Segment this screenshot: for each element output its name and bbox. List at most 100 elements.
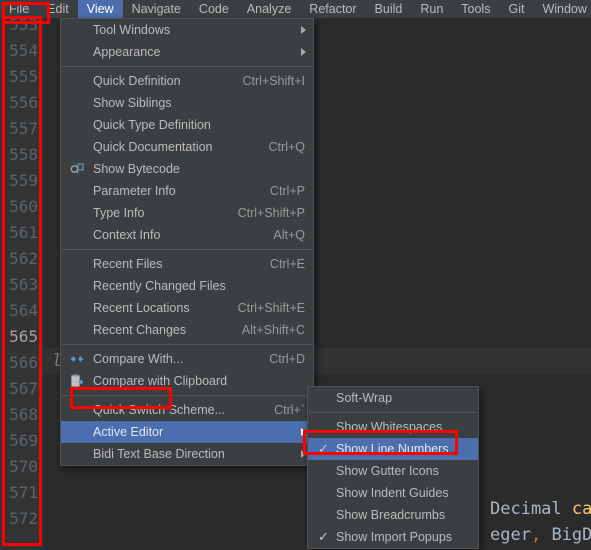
- gutter-line-number: 560: [9, 197, 38, 216]
- menubar-item-code[interactable]: Code: [190, 0, 238, 18]
- menubar-item-run[interactable]: Run: [411, 0, 452, 18]
- menu-item-context-info[interactable]: Context Info Alt+Q: [61, 224, 313, 246]
- menu-item-quick-documentation[interactable]: Quick Documentation Ctrl+Q: [61, 136, 313, 158]
- gutter-line-number: 570: [9, 457, 38, 476]
- menubar-item-refactor[interactable]: Refactor: [300, 0, 365, 18]
- gutter-line-number: 566: [9, 353, 38, 372]
- menu-item-recent-locations[interactable]: Recent Locations Ctrl+Shift+E: [61, 297, 313, 319]
- menubar-item-git[interactable]: Git: [499, 0, 533, 18]
- menubar-item-window[interactable]: Window: [533, 0, 591, 18]
- bytecode-icon: [69, 161, 85, 177]
- menu-item-label: Compare With...: [93, 352, 184, 366]
- active-editor-submenu[interactable]: Soft-Wrap Show Whitespaces ✓ Show Line N…: [307, 386, 479, 549]
- menu-item-show-bytecode[interactable]: Show Bytecode: [61, 158, 313, 180]
- menu-item-shortcut: Alt+Q: [273, 228, 305, 242]
- gutter-line-number: 557: [9, 119, 38, 138]
- menu-item-appearance[interactable]: Appearance: [61, 41, 313, 63]
- menu-item-label: Compare with Clipboard: [93, 374, 228, 388]
- main-menu-bar[interactable]: File Edit View Navigate Code Analyze Ref…: [0, 0, 591, 18]
- menubar-item-edit[interactable]: Edit: [38, 0, 78, 18]
- menubar-item-analyze[interactable]: Analyze: [238, 0, 300, 18]
- menu-item-label: Recent Locations: [93, 301, 190, 315]
- menu-item-quick-switch-scheme[interactable]: Quick Switch Scheme... Ctrl+`: [61, 399, 313, 421]
- menu-separator: [62, 395, 312, 396]
- menu-item-shortcut: Ctrl+P: [269, 184, 305, 198]
- gutter-line-number: 559: [9, 171, 38, 190]
- menu-item-label: Recent Files: [93, 257, 163, 271]
- gutter-line-number: 561: [9, 223, 38, 242]
- submenu-arrow-icon: [301, 26, 306, 34]
- view-dropdown-menu[interactable]: Tool Windows Appearance Quick Definition…: [60, 18, 314, 466]
- menu-item-show-siblings[interactable]: Show Siblings: [61, 92, 313, 114]
- submenu-arrow-icon: [301, 48, 306, 56]
- menu-item-label: Recent Changes: [93, 323, 187, 337]
- menubar-item-file[interactable]: File: [0, 0, 38, 18]
- submenu-item-show-whitespaces[interactable]: Show Whitespaces: [308, 416, 478, 438]
- code-token-punct: ,: [530, 525, 542, 545]
- editor-gutter[interactable]: 553 554 555 556 557 558 559 560 561 562 …: [0, 15, 44, 550]
- menu-separator: [62, 66, 312, 67]
- menu-item-shortcut: Ctrl+D: [269, 352, 305, 366]
- compare-clipboard-icon: [69, 373, 85, 389]
- code-token-type: Decimal: [490, 499, 562, 519]
- menu-item-parameter-info[interactable]: Parameter Info Ctrl+P: [61, 180, 313, 202]
- menu-item-type-info[interactable]: Type Info Ctrl+Shift+P: [61, 202, 313, 224]
- menu-item-shortcut: Ctrl+`: [274, 403, 305, 417]
- menu-item-recently-changed-files[interactable]: Recently Changed Files: [61, 275, 313, 297]
- menu-item-label: Bidi Text Base Direction: [93, 447, 225, 461]
- compare-icon: [69, 351, 85, 367]
- submenu-arrow-icon: [301, 428, 306, 436]
- menu-item-quick-type-definition[interactable]: Quick Type Definition: [61, 114, 313, 136]
- submenu-item-show-indent-guides[interactable]: Show Indent Guides: [308, 482, 478, 504]
- menu-item-shortcut: Ctrl+Shift+E: [237, 301, 305, 315]
- menu-separator: [62, 344, 312, 345]
- menu-item-label: Show Gutter Icons: [336, 464, 439, 478]
- menu-item-active-editor[interactable]: Active Editor: [61, 421, 313, 443]
- gutter-line-number: 567: [9, 379, 38, 398]
- gutter-line-number: 572: [9, 509, 38, 528]
- code-line: eger, BigDe: [490, 525, 591, 545]
- menu-item-label: Quick Type Definition: [93, 118, 211, 132]
- menubar-item-view[interactable]: View: [77, 0, 123, 18]
- ide-window: /** * 平台周偏差 */ private BigDecimal get Li…: [0, 0, 591, 550]
- menu-item-label: Show Siblings: [93, 96, 172, 110]
- submenu-arrow-icon: [301, 450, 306, 458]
- menu-item-label: Quick Documentation: [93, 140, 213, 154]
- menu-item-quick-definition[interactable]: Quick Definition Ctrl+Shift+I: [61, 70, 313, 92]
- code-token-method: cal: [571, 499, 591, 519]
- menu-item-label: Show Bytecode: [93, 162, 180, 176]
- menu-item-label: Show Whitespaces: [336, 420, 443, 434]
- menubar-item-tools[interactable]: Tools: [452, 0, 499, 18]
- menu-item-recent-changes[interactable]: Recent Changes Alt+Shift+C: [61, 319, 313, 341]
- submenu-item-show-line-numbers[interactable]: ✓ Show Line Numbers: [308, 438, 478, 460]
- menu-item-label: Recently Changed Files: [93, 279, 226, 293]
- menu-item-label: Parameter Info: [93, 184, 176, 198]
- menu-item-bidi-text-base-direction[interactable]: Bidi Text Base Direction: [61, 443, 313, 465]
- menu-item-label: Quick Switch Scheme...: [93, 403, 225, 417]
- gutter-line-number: 568: [9, 405, 38, 424]
- gutter-line-number: 562: [9, 249, 38, 268]
- menubar-item-build[interactable]: Build: [366, 0, 412, 18]
- gutter-line-number: 564: [9, 301, 38, 320]
- submenu-item-show-gutter-icons[interactable]: Show Gutter Icons: [308, 460, 478, 482]
- menu-item-label: Tool Windows: [93, 23, 171, 37]
- menubar-item-navigate[interactable]: Navigate: [123, 0, 190, 18]
- submenu-item-show-import-popups[interactable]: ✓ Show Import Popups: [308, 526, 478, 548]
- menu-item-compare-with-clipboard[interactable]: Compare with Clipboard: [61, 370, 313, 392]
- gutter-line-number-current: 565: [0, 324, 44, 350]
- menu-item-shortcut: Ctrl+Q: [268, 140, 305, 154]
- gutter-line-number: 554: [9, 41, 38, 60]
- checkmark-icon: ✓: [318, 441, 329, 456]
- menu-item-shortcut: Alt+Shift+C: [241, 323, 305, 337]
- menu-item-label: Soft-Wrap: [336, 391, 393, 405]
- menu-item-shortcut: Ctrl+Shift+P: [237, 206, 305, 220]
- menu-item-label: Quick Definition: [93, 74, 181, 88]
- menu-separator: [309, 412, 477, 413]
- submenu-item-soft-wrap[interactable]: Soft-Wrap: [308, 387, 478, 409]
- menu-item-compare-with[interactable]: Compare With... Ctrl+D: [61, 348, 313, 370]
- menu-item-label: Appearance: [93, 45, 161, 59]
- menu-item-tool-windows[interactable]: Tool Windows: [61, 19, 313, 41]
- submenu-item-show-breadcrumbs[interactable]: Show Breadcrumbs: [308, 504, 478, 526]
- gutter-line-number: 569: [9, 431, 38, 450]
- menu-item-recent-files[interactable]: Recent Files Ctrl+E: [61, 253, 313, 275]
